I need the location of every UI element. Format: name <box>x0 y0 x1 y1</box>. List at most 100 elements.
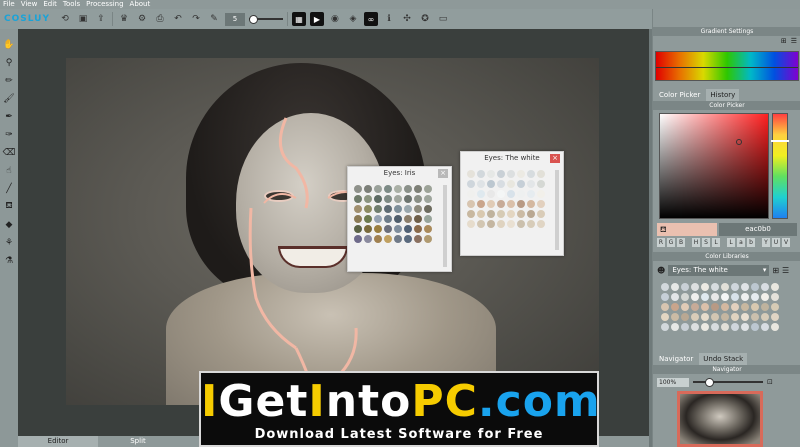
iris-swatch[interactable] <box>414 205 422 213</box>
library-swatch[interactable] <box>751 323 759 331</box>
library-swatch[interactable] <box>731 293 739 301</box>
iris-swatch[interactable] <box>424 195 432 203</box>
hand-icon[interactable]: ✋ <box>2 37 16 52</box>
print-icon[interactable]: ⎙ <box>153 12 167 26</box>
white-swatch[interactable] <box>537 200 545 208</box>
white-swatch[interactable] <box>467 220 475 228</box>
iris-swatch[interactable] <box>384 185 392 193</box>
white-swatch[interactable] <box>517 180 525 188</box>
iris-swatch[interactable] <box>394 185 402 193</box>
library-swatch[interactable] <box>741 323 749 331</box>
white-swatch[interactable] <box>477 180 485 188</box>
iris-swatch[interactable] <box>414 225 422 233</box>
library-swatch[interactable] <box>721 313 729 321</box>
library-swatch[interactable] <box>761 293 769 301</box>
color-mode-s-button[interactable]: S <box>702 238 710 247</box>
iris-swatch[interactable] <box>364 225 372 233</box>
gradient-add-icon[interactable]: ⊞ <box>781 37 787 47</box>
menu-item-view[interactable]: View <box>21 0 38 9</box>
library-swatch[interactable] <box>661 293 669 301</box>
iris-swatch[interactable] <box>394 225 402 233</box>
color-library-dropdown[interactable]: Eyes: The white <box>668 265 770 276</box>
iris-swatch[interactable] <box>424 235 432 243</box>
redo-icon[interactable]: ↷ <box>189 12 203 26</box>
gradient-menu-icon[interactable]: ☰ <box>791 37 797 47</box>
library-swatch[interactable] <box>721 303 729 311</box>
palette-iris-scrollbar[interactable] <box>443 185 447 267</box>
library-swatch[interactable] <box>691 283 699 291</box>
library-swatch[interactable] <box>751 293 759 301</box>
hue-strip[interactable] <box>771 113 789 219</box>
library-swatch[interactable] <box>721 283 729 291</box>
color-mode-r-button[interactable]: R <box>657 238 665 247</box>
save-icon[interactable]: ▣ <box>76 12 90 26</box>
library-swatch[interactable] <box>661 303 669 311</box>
marker-icon[interactable]: ✒ <box>2 109 16 124</box>
color-mode-g-button[interactable]: G <box>667 238 675 247</box>
palette-white[interactable]: Eyes: The white × <box>460 151 564 256</box>
library-swatch[interactable] <box>721 323 729 331</box>
iris-swatch[interactable] <box>414 185 422 193</box>
palette-iris-close-icon[interactable]: × <box>438 169 448 178</box>
white-swatch[interactable] <box>497 200 505 208</box>
pencil-icon[interactable]: ✏ <box>2 73 16 88</box>
iris-swatch[interactable] <box>364 205 372 213</box>
white-swatch[interactable] <box>507 220 515 228</box>
white-swatch[interactable] <box>467 210 475 218</box>
iris-swatch[interactable] <box>374 235 382 243</box>
palette-iris[interactable]: Eyes: Iris × <box>347 166 452 272</box>
bucket-icon[interactable]: ⛾ <box>2 199 16 214</box>
iris-swatch[interactable] <box>414 195 422 203</box>
iris-swatch[interactable] <box>354 185 362 193</box>
white-swatch[interactable] <box>517 170 525 178</box>
fill-icon[interactable]: ◆ <box>2 217 16 232</box>
iris-swatch[interactable] <box>354 215 362 223</box>
white-swatch[interactable] <box>507 200 515 208</box>
library-swatch[interactable] <box>771 283 779 291</box>
settings-icon[interactable]: ⚙ <box>135 12 149 26</box>
library-swatch[interactable] <box>681 323 689 331</box>
white-swatch[interactable] <box>497 180 505 188</box>
palette-white-scrollbar[interactable] <box>555 170 559 250</box>
white-swatch[interactable] <box>497 190 505 198</box>
iris-swatch[interactable] <box>414 235 422 243</box>
iris-swatch[interactable] <box>394 235 402 243</box>
white-swatch[interactable] <box>527 170 535 178</box>
library-swatch[interactable] <box>691 293 699 301</box>
iris-swatch[interactable] <box>404 235 412 243</box>
iris-swatch[interactable] <box>424 215 432 223</box>
library-swatch[interactable] <box>731 303 739 311</box>
menu-item-about[interactable]: About <box>130 0 151 9</box>
link-icon[interactable]: ∞ <box>363 12 378 26</box>
library-swatch[interactable] <box>671 313 679 321</box>
eraser-icon[interactable]: ⌫ <box>2 145 16 160</box>
menu-item-tools[interactable]: Tools <box>63 0 80 9</box>
iris-swatch[interactable] <box>394 205 402 213</box>
white-swatch[interactable] <box>537 220 545 228</box>
zoom-fit-icon[interactable]: ⊡ <box>767 378 773 386</box>
library-swatch[interactable] <box>701 313 709 321</box>
menu-item-edit[interactable]: Edit <box>43 0 57 9</box>
library-swatch[interactable] <box>701 323 709 331</box>
tab-history[interactable]: History <box>706 89 740 101</box>
white-swatch[interactable] <box>517 220 525 228</box>
menu-item-file[interactable]: File <box>3 0 15 9</box>
library-swatch[interactable] <box>741 293 749 301</box>
library-swatch[interactable] <box>771 293 779 301</box>
library-swatch[interactable] <box>771 313 779 321</box>
tab-editor[interactable]: Editor <box>18 436 98 447</box>
palette-white-close-icon[interactable]: × <box>550 154 560 163</box>
iris-swatch[interactable] <box>404 185 412 193</box>
saturation-value-square[interactable] <box>659 113 769 219</box>
iris-swatch[interactable] <box>354 225 362 233</box>
white-swatch[interactable] <box>537 170 545 178</box>
iris-swatch[interactable] <box>364 235 372 243</box>
menu-item-processing[interactable]: Processing <box>86 0 123 9</box>
white-swatch[interactable] <box>467 180 475 188</box>
library-swatch[interactable] <box>741 283 749 291</box>
library-swatch[interactable] <box>671 283 679 291</box>
white-swatch[interactable] <box>487 170 495 178</box>
white-swatch[interactable] <box>467 170 475 178</box>
library-swatch[interactable] <box>711 303 719 311</box>
export-icon[interactable]: ⇪ <box>94 12 108 26</box>
